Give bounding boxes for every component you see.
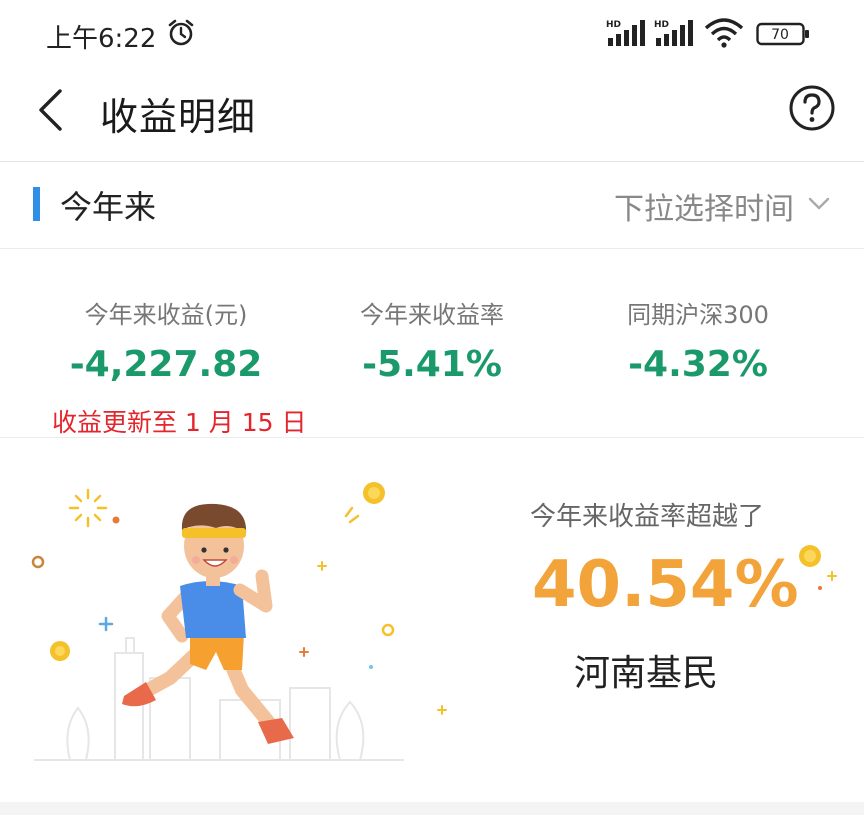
battery-icon: 70 [756, 22, 810, 50]
signal-hd-label-2: HD [654, 20, 669, 30]
runner-illustration [20, 438, 460, 802]
signal-strength-icon-2: HD [654, 18, 696, 52]
stat-ytd-return-rate: 今年来收益率 -5.41% [292, 295, 572, 385]
stat-csi300: 同期沪深300 -4.32% [558, 295, 838, 385]
accent-bar [33, 187, 40, 221]
stat-value: -5.41% [362, 344, 502, 385]
alarm-icon [166, 18, 196, 52]
stat-label: 今年来收益率 [360, 301, 504, 329]
wifi-icon [704, 18, 744, 52]
stat-label: 今年来收益(元) [84, 301, 248, 329]
bottom-separator [0, 802, 864, 815]
signal-hd-label: HD [606, 20, 621, 30]
status-bar: 上午6:22 HD HD 70 [0, 0, 864, 66]
period-label: 今年来 [60, 188, 157, 226]
chevron-down-icon[interactable] [808, 196, 830, 215]
battery-level: 70 [771, 27, 789, 43]
signal-strength-icon: HD [606, 18, 648, 52]
page-title: 收益明细 [100, 95, 257, 139]
status-time: 上午6:22 [46, 24, 157, 54]
back-arrow-icon[interactable] [36, 88, 66, 136]
update-note: 收益更新至 1 月 15 日 [52, 408, 307, 437]
beat-percentage: 40.54% [532, 548, 799, 622]
stat-label: 同期沪深300 [627, 301, 769, 329]
comparison-group: 河南基民 [574, 653, 719, 694]
help-icon[interactable] [788, 84, 836, 136]
stat-value: -4,227.82 [69, 344, 263, 385]
time-picker-dropdown[interactable]: 下拉选择时间 [614, 184, 794, 228]
ranking-banner: 今年来收益率超越了 40.54% 河南基民 [0, 438, 864, 802]
nav-header: 收益明细 [0, 66, 864, 162]
stat-ytd-earnings: 今年来收益(元) -4,227.82 [26, 295, 306, 385]
period-row: 今年来 下拉选择时间 [0, 162, 864, 249]
stat-value: -4.32% [628, 344, 768, 385]
coin-icon [799, 545, 837, 590]
banner-subtitle: 今年来收益率超越了 [530, 502, 765, 532]
